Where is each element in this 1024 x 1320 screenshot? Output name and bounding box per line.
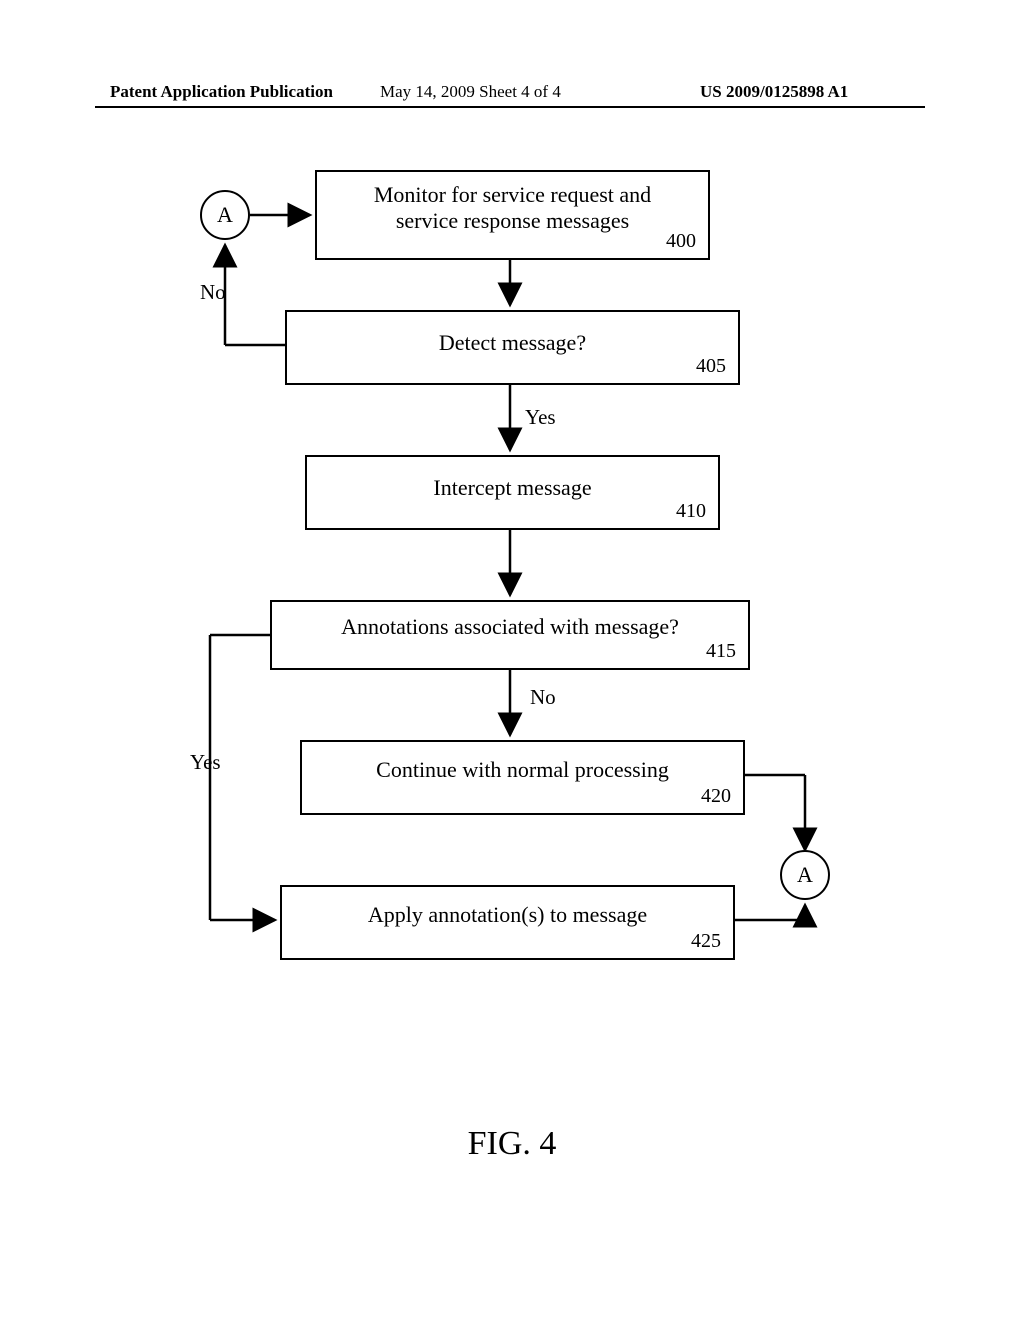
box-415-text: Annotations associated with message? (272, 614, 748, 640)
box-420: Continue with normal processing 420 (300, 740, 745, 815)
header-left: Patent Application Publication (110, 82, 333, 102)
box-415-num: 415 (706, 640, 736, 663)
label-yes-405: Yes (525, 405, 556, 430)
header-center: May 14, 2009 Sheet 4 of 4 (380, 82, 561, 102)
box-415: Annotations associated with message? 415 (270, 600, 750, 670)
header-rule (95, 106, 925, 108)
box-405-num: 405 (696, 355, 726, 378)
box-400-text: Monitor for service request and service … (317, 182, 708, 234)
box-400: Monitor for service request and service … (315, 170, 710, 260)
label-yes-415: Yes (190, 750, 221, 775)
box-400-num: 400 (666, 230, 696, 253)
box-410: Intercept message 410 (305, 455, 720, 530)
box-405-text: Detect message? (287, 330, 738, 356)
connector-a-right: A (780, 850, 830, 900)
header-right: US 2009/0125898 A1 (700, 82, 848, 102)
box-410-text: Intercept message (307, 475, 718, 501)
label-no-415: No (530, 685, 556, 710)
connector-a-label: A (797, 862, 813, 888)
box-425-num: 425 (691, 930, 721, 953)
box-420-num: 420 (701, 785, 731, 808)
box-425: Apply annotation(s) to message 425 (280, 885, 735, 960)
connector-a-left: A (200, 190, 250, 240)
box-410-num: 410 (676, 500, 706, 523)
flowchart: A A Monitor for service request and serv… (0, 160, 1024, 1060)
label-no-405: No (200, 280, 226, 305)
box-425-text: Apply annotation(s) to message (282, 902, 733, 928)
connector-a-label: A (217, 202, 233, 228)
box-405: Detect message? 405 (285, 310, 740, 385)
figure-caption: FIG. 4 (0, 1125, 1024, 1163)
box-420-text: Continue with normal processing (302, 757, 743, 783)
